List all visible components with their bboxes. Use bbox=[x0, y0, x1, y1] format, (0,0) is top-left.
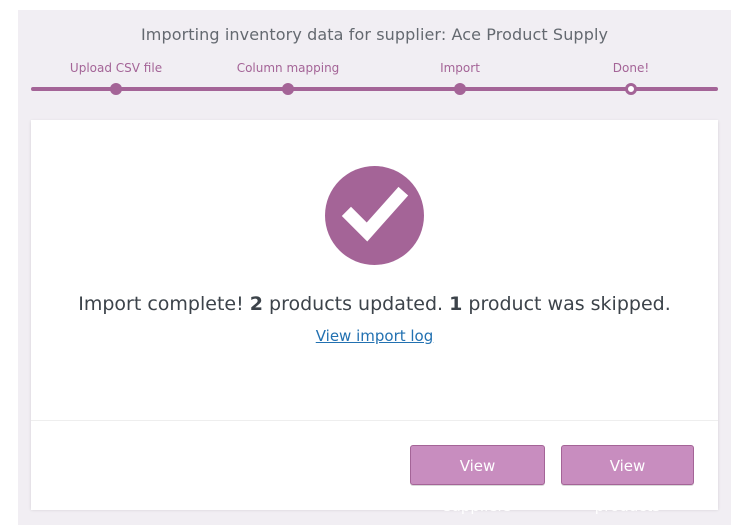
message-middle: products updated. bbox=[263, 293, 450, 315]
step-import: Import bbox=[380, 60, 540, 95]
step-dot-icon bbox=[282, 83, 294, 95]
import-log-link-wrap: View import log bbox=[31, 327, 718, 345]
page-title: Importing inventory data for supplier: A… bbox=[140, 25, 609, 44]
card-actions: View suppliers View products bbox=[31, 420, 718, 515]
step-dot-icon bbox=[454, 83, 466, 95]
message-suffix: product was skipped. bbox=[462, 293, 671, 315]
message-prefix: Import complete! bbox=[78, 293, 250, 315]
step-label: Done! bbox=[612, 61, 650, 75]
result-body: Import complete! 2 products updated. 1 p… bbox=[31, 120, 718, 420]
stepper-track bbox=[31, 87, 718, 91]
step-upload-csv: Upload CSV file bbox=[36, 60, 196, 95]
step-label: Upload CSV file bbox=[69, 61, 163, 75]
step-label: Import bbox=[440, 61, 480, 75]
skipped-count: 1 bbox=[449, 293, 463, 315]
result-card: Import complete! 2 products updated. 1 p… bbox=[31, 120, 718, 515]
step-current-dot-icon bbox=[625, 83, 637, 95]
progress-stepper: Upload CSV file Column mapping Import Do… bbox=[31, 60, 718, 100]
checkmark-circle-icon bbox=[325, 166, 424, 265]
step-label: Column mapping bbox=[236, 61, 340, 75]
import-wizard: Importing inventory data for supplier: A… bbox=[18, 10, 731, 525]
view-products-button[interactable]: View products bbox=[561, 445, 694, 515]
updated-count: 2 bbox=[249, 293, 263, 315]
checkmark-icon bbox=[341, 186, 409, 242]
import-result-message: Import complete! 2 products updated. 1 p… bbox=[31, 293, 718, 315]
step-dot-icon bbox=[110, 83, 122, 95]
step-column-mapping: Column mapping bbox=[208, 60, 368, 95]
view-suppliers-button[interactable]: View suppliers bbox=[410, 445, 545, 515]
view-import-log-link[interactable]: View import log bbox=[316, 327, 434, 345]
step-done: Done! bbox=[551, 60, 711, 95]
